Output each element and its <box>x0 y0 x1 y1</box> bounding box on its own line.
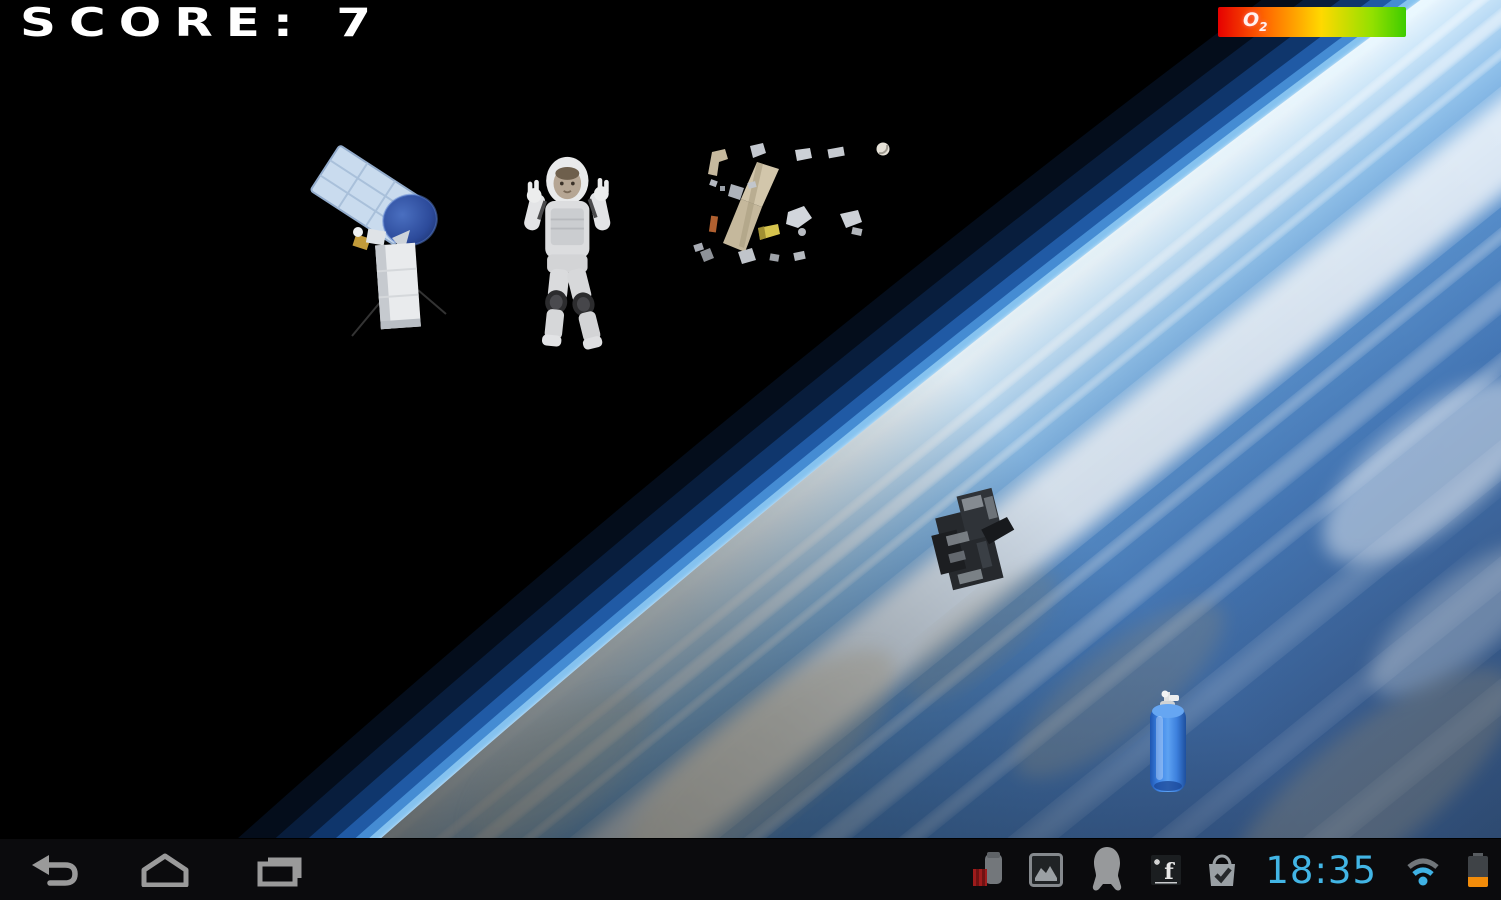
gallery-screenshot-icon <box>1029 853 1063 887</box>
score-label: SCORE: 7 <box>20 0 384 45</box>
game-screen: SCORE: 7 O2 <box>0 0 1501 900</box>
back-button[interactable] <box>26 839 86 900</box>
app-silhouette-icon <box>1088 846 1126 894</box>
play-store-update-icon <box>1206 852 1238 888</box>
wifi-icon <box>1404 854 1442 886</box>
facebook-notification-icon: f <box>1151 855 1181 885</box>
recent-apps-icon <box>252 853 306 887</box>
recent-apps-button[interactable] <box>248 839 310 900</box>
clock: 18:35 <box>1265 852 1377 889</box>
android-navigation-bar: f 18:35 <box>0 838 1501 900</box>
oxygen-meter: O2 <box>1218 7 1406 37</box>
back-icon <box>30 853 82 887</box>
notification-can-icon <box>972 852 1004 888</box>
game-viewport <box>0 0 1501 838</box>
status-tray[interactable]: f 18:35 <box>972 839 1489 900</box>
battery-icon <box>1467 853 1489 887</box>
home-icon <box>138 853 192 887</box>
home-button[interactable] <box>134 839 196 900</box>
oxygen-meter-label: O2 <box>1243 11 1268 33</box>
svg-text:f: f <box>1165 859 1176 885</box>
